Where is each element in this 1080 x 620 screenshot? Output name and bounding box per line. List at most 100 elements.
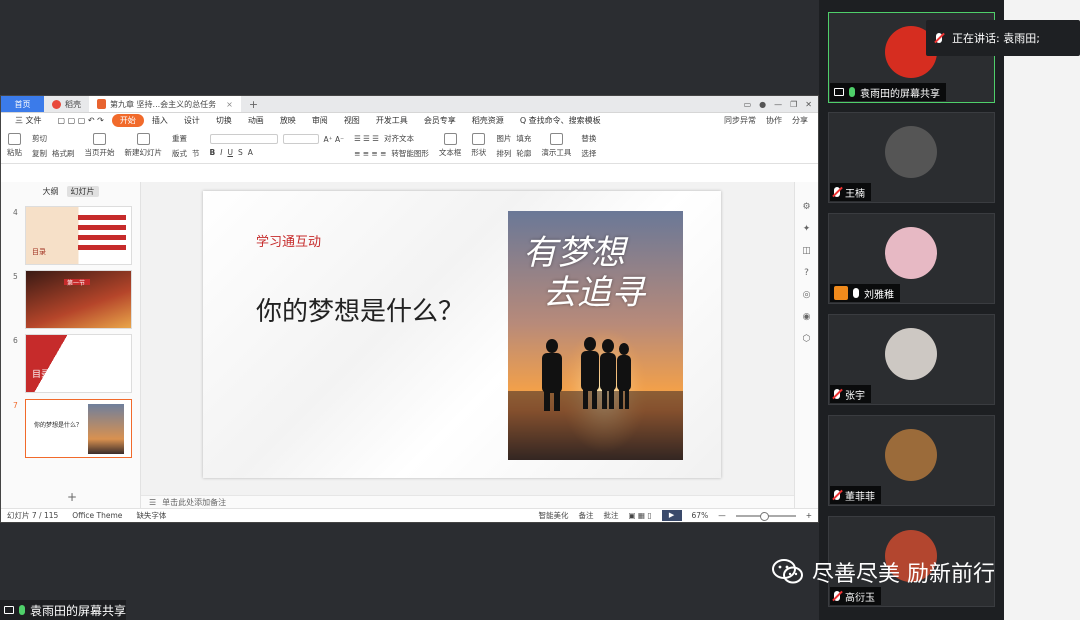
present-tools-button[interactable]: 演示工具 (541, 133, 571, 158)
paste-button[interactable]: 粘贴 (7, 133, 22, 158)
add-slide-button[interactable]: + (67, 490, 77, 504)
menu-item-slideshow[interactable]: 放映 (272, 115, 304, 126)
mic-on-icon (19, 605, 25, 615)
cube-icon[interactable]: ⬡ (803, 334, 811, 344)
screen-share-icon (834, 88, 844, 96)
slide-subtitle[interactable]: 学习通互动 (256, 231, 321, 250)
menu-item-resources[interactable]: 稻壳资源 (464, 115, 512, 126)
zoom-in-icon[interactable]: + (806, 511, 812, 520)
quick-access-icons[interactable]: ▢ ▢ ▢ ↶ ↷ (50, 116, 112, 125)
tab-document[interactable]: 第九章 坚持...会主义的总任务 × (89, 96, 241, 112)
align-icons[interactable]: ≡ ≡ ≡ ≡ (354, 149, 386, 158)
font-size-select[interactable] (282, 134, 319, 144)
new-slide-button[interactable]: 新建幻灯片 (125, 133, 162, 158)
sync-status[interactable]: 同步异常 (724, 115, 756, 126)
notes-toggle[interactable]: 备注 (578, 510, 593, 521)
fill-button[interactable]: 填充 (516, 133, 531, 144)
select-button[interactable]: 选择 (581, 148, 596, 159)
layout-button[interactable]: 版式 (172, 148, 187, 159)
bold-button[interactable]: B (210, 148, 216, 157)
missing-font-button[interactable]: 缺失字体 (136, 510, 166, 521)
zoom-out-icon[interactable]: — (718, 511, 726, 520)
shape-label: 形状 (471, 148, 487, 157)
grow-font-icon[interactable]: A⁺ A⁻ (324, 135, 345, 144)
layout-icon[interactable]: ▭ (744, 100, 752, 109)
section-button[interactable]: 节 (192, 148, 200, 159)
menu-item-member[interactable]: 会员专享 (416, 115, 464, 126)
copy-button[interactable]: 复制 (32, 148, 47, 159)
textbox-button[interactable]: 文本框 (439, 133, 461, 158)
menu-item-view[interactable]: 视图 (336, 115, 368, 126)
properties-icon[interactable]: ⚙ (802, 202, 810, 212)
help-icon[interactable]: ? (804, 268, 809, 278)
right-edge-panel (1004, 0, 1080, 620)
comments-toggle[interactable]: 批注 (603, 510, 618, 521)
photo-text-line1: 有梦想 (523, 233, 625, 273)
beautify-button[interactable]: 智能美化 (538, 510, 568, 521)
new-tab-button[interactable]: + (241, 96, 266, 112)
participant-card[interactable]: 王楠 (828, 112, 995, 203)
user-avatar-icon[interactable]: ● (759, 100, 766, 109)
italic-button[interactable]: I (220, 148, 222, 157)
minimize-icon[interactable]: — (774, 100, 782, 109)
outline-view-tab[interactable]: 大纲 (43, 186, 59, 197)
menu-item-insert[interactable]: 插入 (144, 115, 176, 126)
underline-button[interactable]: U (227, 148, 233, 157)
photo-text-line2: 去追寻 (543, 273, 645, 313)
location-icon[interactable]: ◉ (803, 312, 811, 322)
current-slide[interactable]: 学习通互动 你的梦想是什么？ 有梦想 去追寻 (203, 191, 721, 478)
zoom-level[interactable]: 67% (692, 511, 709, 520)
menu-item-transition[interactable]: 切换 (208, 115, 240, 126)
participant-name: 刘雅稚 (864, 289, 894, 301)
slide-title[interactable]: 你的梦想是什么？ (256, 291, 464, 328)
picture-button[interactable]: 图片 (496, 133, 511, 144)
format-painter-button[interactable]: 格式刷 (52, 148, 75, 159)
participant-card[interactable]: 董菲菲 (828, 415, 995, 506)
slide-thumbnail[interactable]: 目录 (25, 334, 132, 393)
outline-button[interactable]: 轮廓 (516, 148, 531, 159)
menu-item-review[interactable]: 审阅 (304, 115, 336, 126)
slideshow-play-button[interactable]: ▶ (661, 510, 682, 521)
shape-button[interactable]: 形状 (471, 133, 486, 158)
arrange-button[interactable]: 排列 (496, 148, 511, 159)
reset-button[interactable]: 重置 (172, 133, 187, 144)
map-icon[interactable]: ◎ (803, 290, 811, 300)
person-icon (834, 286, 848, 300)
font-color-button[interactable]: A (248, 148, 253, 157)
sunset-photo[interactable]: 有梦想 去追寻 (508, 211, 683, 460)
zoom-slider[interactable] (735, 511, 796, 521)
tab-wps[interactable]: 稻壳 (44, 96, 89, 112)
collaborate-button[interactable]: 协作 (766, 115, 782, 126)
command-search[interactable]: Q 查找命令、搜索模板 (512, 115, 609, 126)
menu-item-developer[interactable]: 开发工具 (368, 115, 416, 126)
font-family-select[interactable] (209, 134, 278, 144)
cut-button[interactable]: 剪切 (32, 133, 47, 144)
align-text-button[interactable]: 对齐文本 (384, 133, 414, 144)
pin-icon[interactable]: ✦ (803, 224, 811, 234)
menu-file[interactable]: 三 文件 (7, 115, 50, 126)
slide-thumbnail[interactable]: 目录 (25, 206, 132, 265)
menu-item-design[interactable]: 设计 (176, 115, 208, 126)
menu-item-animation[interactable]: 动画 (240, 115, 272, 126)
share-button[interactable]: 分享 (792, 115, 808, 126)
participant-card[interactable]: 刘雅稚 (828, 213, 995, 304)
list-icons[interactable]: ☰ ☰ ☰ (354, 134, 379, 143)
slides-view-tab[interactable]: 幻灯片 (66, 186, 99, 197)
play-from-current-button[interactable]: 当页开始 (85, 133, 115, 158)
to-smartart-button[interactable]: 转智能图形 (391, 148, 429, 159)
slide-thumbnail-current[interactable]: 你的梦想是什么？ (25, 399, 132, 458)
close-window-icon[interactable]: ✕ (805, 100, 812, 109)
tab-home[interactable]: 首页 (1, 96, 44, 112)
slide-thumbnail[interactable]: 第一节 (25, 270, 132, 329)
participant-card[interactable]: 张宇 (828, 314, 995, 405)
animation-icon[interactable]: ◫ (802, 246, 811, 256)
menu-item-start[interactable]: 开始 (111, 114, 144, 127)
slide-counter: 幻灯片 7 / 115 (7, 511, 59, 520)
maximize-icon[interactable]: ❐ (790, 100, 797, 109)
strike-button[interactable]: S (238, 148, 243, 157)
tab-wps-label: 稻壳 (65, 99, 81, 109)
view-mode-icons[interactable]: ▣ ▦ ▯ (628, 511, 651, 520)
notes-bar[interactable]: ☰ 单击此处添加备注 (141, 495, 794, 508)
close-tab-icon[interactable]: × (226, 100, 233, 109)
replace-button[interactable]: 替换 (581, 133, 596, 144)
